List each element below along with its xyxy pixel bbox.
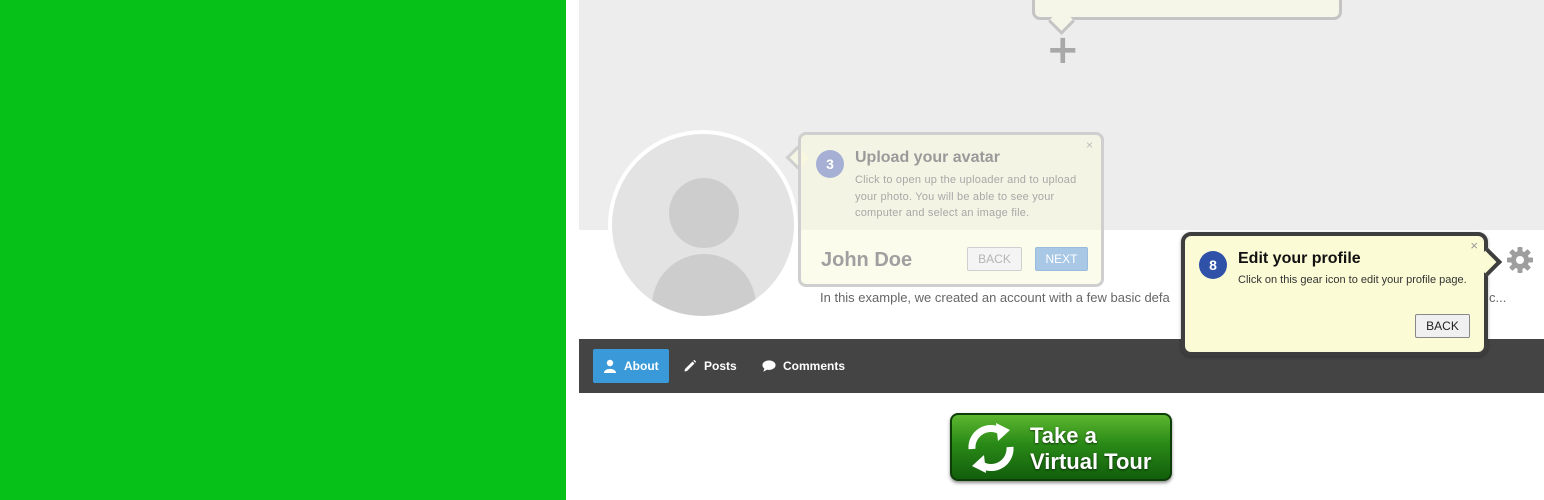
- tab-about[interactable]: About: [593, 349, 669, 383]
- edit-profile-tooltip-title: Edit your profile: [1238, 250, 1361, 267]
- gear-icon[interactable]: [1506, 246, 1534, 274]
- avatar-tooltip-back-button[interactable]: BACK: [967, 247, 1022, 271]
- virtual-tour-line1: Take a: [1030, 423, 1097, 448]
- virtual-tour-button[interactable]: Take a Virtual Tour: [950, 413, 1172, 481]
- add-cover-icon[interactable]: +: [1046, 30, 1080, 70]
- tab-about-label: About: [624, 359, 659, 373]
- top-tooltip-fragment: [1032, 0, 1342, 20]
- refresh-arrows-icon: [968, 423, 1014, 473]
- edit-profile-tooltip-step: 8: [1199, 251, 1227, 279]
- tab-comments-label: Comments: [783, 359, 846, 373]
- virtual-tour-line2: Virtual Tour: [1030, 449, 1152, 474]
- profile-name: John Doe: [821, 249, 913, 271]
- tab-posts-label: Posts: [704, 359, 737, 373]
- close-icon[interactable]: ×: [1470, 238, 1478, 253]
- tab-posts[interactable]: Posts: [673, 349, 747, 383]
- avatar-tooltip-body: Click to open up the uploader and to upl…: [855, 174, 1077, 219]
- profile-description-end: c...: [1489, 290, 1507, 305]
- close-icon[interactable]: ×: [1086, 138, 1093, 152]
- avatar-body-silhouette: [652, 254, 756, 316]
- avatar-head-silhouette: [669, 178, 739, 248]
- edit-profile-tooltip-body: Click on this gear icon to edit your pro…: [1238, 274, 1467, 286]
- avatar-tooltip-next-button[interactable]: NEXT: [1035, 247, 1088, 271]
- avatar[interactable]: [608, 130, 798, 320]
- edit-profile-tooltip: 8 Edit your profile Click on this gear i…: [1181, 232, 1488, 356]
- avatar-tooltip-title: Upload your avatar: [855, 149, 1000, 166]
- avatar-tooltip: 3 Upload your avatar Click to open up th…: [798, 132, 1104, 287]
- edit-profile-tooltip-back-button[interactable]: BACK: [1415, 314, 1470, 338]
- profile-description-start: In this example, we created an account w…: [820, 290, 1170, 305]
- user-icon: [604, 359, 616, 373]
- speech-bubble-icon: [762, 360, 776, 372]
- profile-description: In this example, we created an account w…: [820, 290, 1170, 305]
- avatar-tooltip-step: 3: [816, 150, 844, 178]
- pencil-icon: [684, 359, 697, 372]
- green-panel: [0, 0, 566, 500]
- tab-comments[interactable]: Comments: [752, 349, 855, 383]
